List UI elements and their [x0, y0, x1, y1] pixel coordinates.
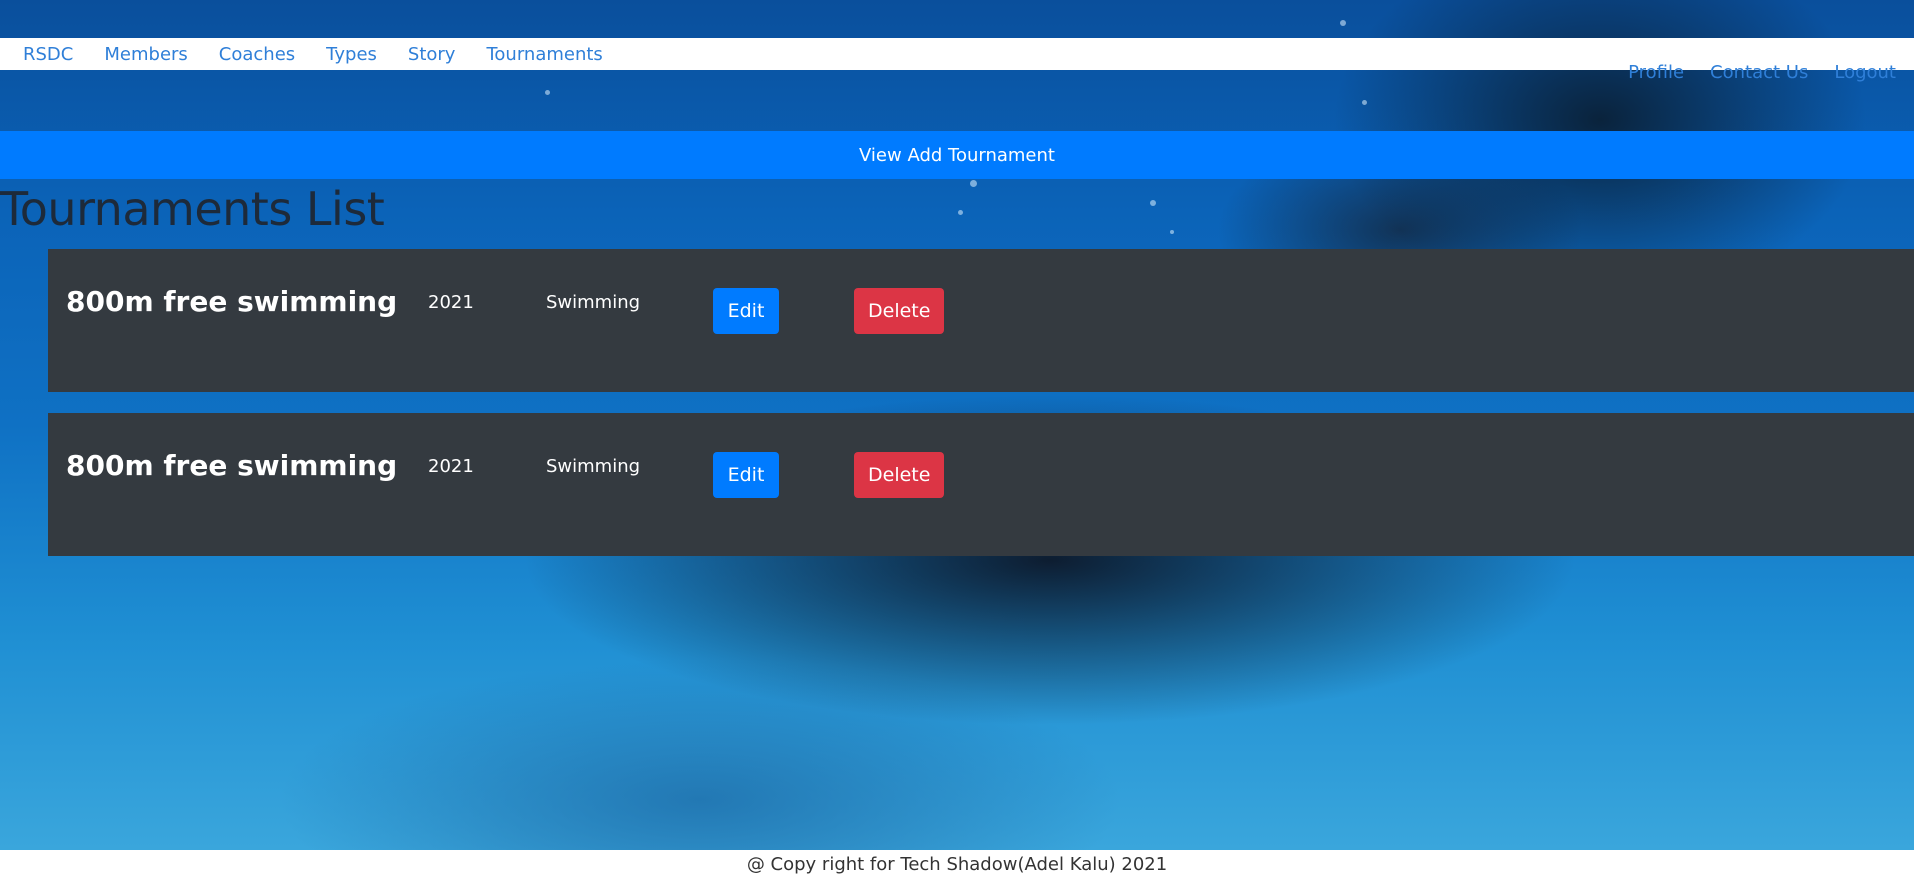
nav-brand-rsdc[interactable]: RSDC: [23, 44, 73, 65]
tournament-year: 2021: [428, 456, 474, 477]
edit-button[interactable]: Edit: [713, 288, 779, 334]
nav-item-story[interactable]: Story: [408, 44, 456, 65]
tournament-name: 800m free swimming: [66, 285, 398, 318]
nav-item-profile[interactable]: Profile: [1628, 62, 1684, 83]
nav-item-contact-us[interactable]: Contact Us: [1710, 62, 1808, 83]
nav-item-types[interactable]: Types: [326, 44, 377, 65]
nav-left-group: RSDC Members Coaches Types Story Tournam…: [23, 38, 634, 70]
edit-button[interactable]: Edit: [713, 452, 779, 498]
page-title: Tournaments List: [0, 182, 385, 236]
tournament-name: 800m free swimming: [66, 449, 398, 482]
delete-button[interactable]: Delete: [854, 452, 944, 498]
nav-item-logout[interactable]: Logout: [1834, 62, 1896, 83]
nav-item-members[interactable]: Members: [104, 44, 187, 65]
nav-item-tournaments[interactable]: Tournaments: [486, 44, 602, 65]
footer-copyright: @ Copy right for Tech Shadow(Adel Kalu) …: [0, 850, 1914, 879]
tournament-card: 800m free swimming 2021 Swimming Edit De…: [48, 413, 1914, 556]
delete-button[interactable]: Delete: [854, 288, 944, 334]
view-add-tournament-button[interactable]: View Add Tournament: [0, 131, 1914, 179]
tournament-card: 800m free swimming 2021 Swimming Edit De…: [48, 249, 1914, 392]
nav-right-group: Profile Contact Us Logout: [1628, 62, 1896, 83]
tournament-type: Swimming: [546, 456, 641, 477]
nav-item-coaches[interactable]: Coaches: [219, 44, 295, 65]
tournament-type: Swimming: [546, 292, 641, 313]
top-navbar: RSDC Members Coaches Types Story Tournam…: [0, 38, 1914, 70]
tournament-year: 2021: [428, 292, 474, 313]
